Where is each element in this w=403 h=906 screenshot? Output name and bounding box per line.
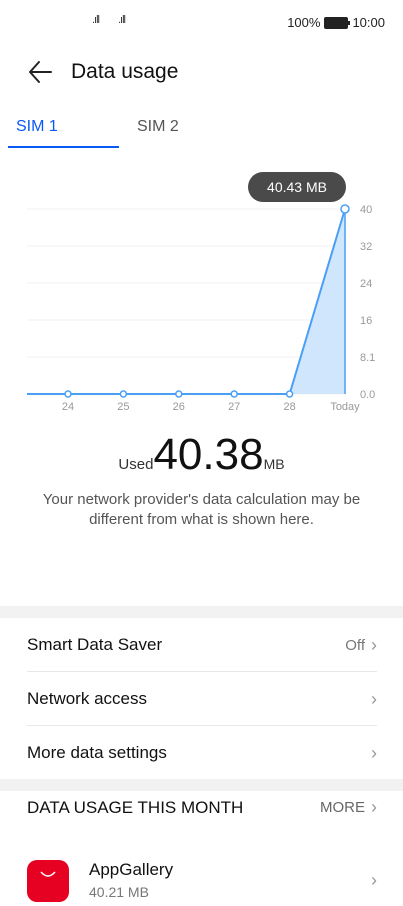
- x-tick-label: 24: [62, 401, 74, 413]
- more-button[interactable]: MORE ›: [320, 797, 377, 818]
- tab-sim-2[interactable]: SIM 2: [137, 118, 179, 136]
- x-tick-label: 26: [173, 401, 185, 413]
- chevron-right-icon: ›: [371, 634, 377, 655]
- chevron-right-icon: ›: [371, 797, 377, 817]
- more-data-settings-row[interactable]: More data settings ›: [27, 726, 377, 780]
- setting-label: More data settings: [27, 743, 167, 762]
- app-row-appgallery[interactable]: AppGallery 40.21 MB ›: [27, 856, 377, 906]
- y-tick-label: 16: [360, 315, 372, 327]
- more-label: MORE: [320, 799, 365, 816]
- battery-icon: [324, 16, 351, 29]
- tab-indicator: [8, 146, 119, 148]
- back-arrow-icon[interactable]: [27, 58, 53, 86]
- setting-right: ›: [371, 689, 377, 710]
- used-unit: MB: [263, 456, 285, 472]
- data-point: [64, 390, 72, 398]
- section-title: DATA USAGE THIS MONTH: [27, 797, 244, 817]
- used-value: 40.38: [153, 430, 264, 479]
- chart-tooltip: 40.43 MB: [248, 172, 346, 202]
- setting-value: Off: [345, 636, 365, 654]
- usage-chart: 40 32 24 16 8.1 0.0 24 25 26 27 28 Today: [27, 204, 375, 413]
- battery-percent: 100%: [287, 15, 321, 30]
- header: Data usage: [0, 58, 403, 88]
- smart-data-saver-row[interactable]: Smart Data Saver Off ›: [27, 618, 377, 672]
- setting-label: Smart Data Saver: [27, 635, 163, 654]
- signal-icon: .ıll: [92, 14, 100, 26]
- chevron-right-icon: ›: [371, 742, 377, 763]
- y-tick-label: 0.0: [360, 389, 375, 401]
- usage-line: [27, 208, 346, 395]
- data-point: [285, 390, 294, 398]
- y-tick-label: 24: [360, 278, 372, 290]
- page-title: Data usage: [71, 60, 179, 83]
- x-tick-label: 27: [228, 401, 240, 413]
- chevron-right-icon: ›: [371, 688, 377, 709]
- section-divider: [0, 606, 403, 618]
- tab-sim-1[interactable]: SIM 1: [16, 118, 58, 136]
- network-access-row[interactable]: Network access ›: [27, 672, 377, 726]
- x-tick-label: 25: [117, 401, 129, 413]
- y-tick-label: 8.1: [360, 352, 375, 364]
- app-name: AppGallery: [89, 860, 174, 879]
- app-size: 40.21 MB: [89, 884, 149, 900]
- setting-right: Off ›: [345, 635, 377, 656]
- y-tick-label: 32: [360, 241, 372, 253]
- disclaimer-text: Your network provider's data calculation…: [42, 491, 361, 528]
- data-point: [119, 390, 128, 398]
- data-point: [175, 390, 183, 398]
- clock: 10:00: [352, 15, 385, 30]
- used-label: Used: [118, 456, 154, 473]
- x-tick-label: Today: [330, 401, 360, 413]
- data-usage-section-header: DATA USAGE THIS MONTH MORE ›: [27, 797, 377, 818]
- setting-label: Network access: [27, 689, 147, 708]
- chevron-right-icon: ›: [371, 870, 377, 890]
- signal-icon-2: .ıll: [118, 14, 126, 26]
- status-right: 100% 10:00: [287, 15, 385, 30]
- section-divider-2: [0, 779, 403, 791]
- setting-right: ›: [371, 743, 377, 764]
- y-tick-label: 40: [360, 204, 372, 216]
- status-bar: .ıll .ıll 100% 10:00: [0, 0, 403, 46]
- used-summary: Used40.38MB: [0, 430, 403, 480]
- data-point: [230, 390, 238, 398]
- sim-tabs: SIM 1 SIM 2: [0, 118, 403, 148]
- x-tick-label: 28: [283, 401, 295, 413]
- data-point: [340, 204, 350, 214]
